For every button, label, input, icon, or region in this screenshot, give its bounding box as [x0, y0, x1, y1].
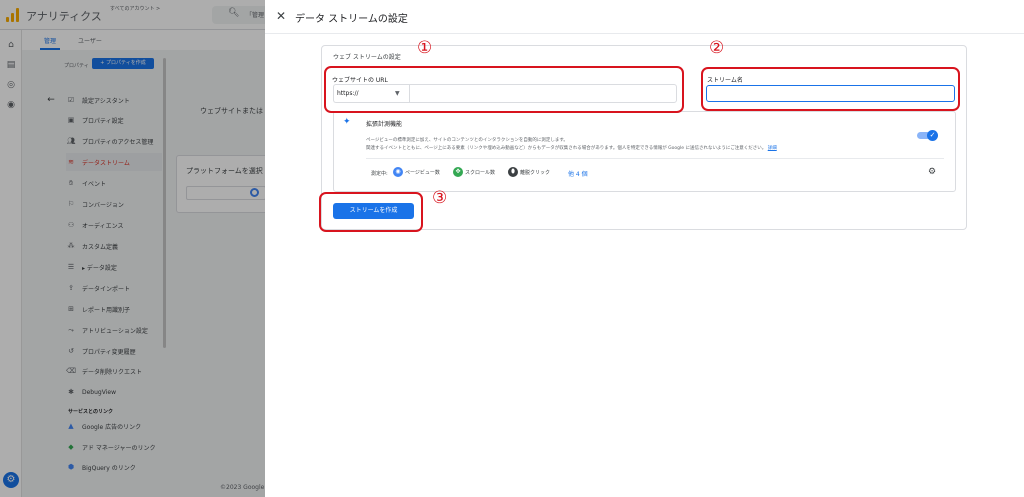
- description-text: 関連するイベントとともに、ページ上にある要素（リンクや埋め込み動画など）からもデ…: [366, 146, 767, 151]
- learn-more-link[interactable]: 詳細: [768, 146, 777, 151]
- more-events-link[interactable]: 他 4 個: [568, 169, 588, 178]
- enhanced-measurement-description: ページビューの標準測定に加え、サイトのコンテンツとのインタラクションを自動的に測…: [366, 138, 568, 143]
- measuring-label: 測定中:: [371, 171, 388, 177]
- annotation-box-3: [319, 192, 423, 232]
- annotation-box-2: [701, 67, 960, 111]
- form-card-title: ウェブ ストリームの設定: [333, 54, 401, 61]
- chip-label: 離脱クリック: [520, 169, 551, 176]
- mouse-icon: ⬮: [508, 167, 518, 177]
- close-icon[interactable]: ✕: [276, 9, 286, 23]
- eye-icon: ◉: [393, 167, 403, 177]
- chip-label: スクロール数: [465, 169, 496, 176]
- annotation-number-1: ①: [417, 38, 433, 58]
- chip-scrolls: ✥ スクロール数: [453, 166, 495, 178]
- annotation-number-3: ③: [432, 188, 448, 208]
- panel-title: データ ストリームの設定: [295, 14, 408, 25]
- scroll-icon: ✥: [453, 167, 463, 177]
- enhanced-measurement-toggle[interactable]: ✓: [917, 130, 938, 141]
- panel-header: ✕ データ ストリームの設定: [265, 0, 1024, 34]
- gear-icon[interactable]: ⚙: [928, 167, 936, 177]
- chip-outbound-clicks: ⬮ 離脱クリック: [508, 166, 550, 178]
- divider: [366, 158, 944, 159]
- annotation-box-1: [324, 66, 684, 113]
- check-icon: ✓: [927, 130, 938, 141]
- sparkle-icon: ✦: [343, 117, 351, 127]
- enhanced-measurement-section: [333, 111, 956, 192]
- enhanced-measurement-title: 拡張計測機能: [366, 121, 403, 128]
- enhanced-measurement-description-2: 関連するイベントとともに、ページ上にある要素（リンクや埋め込み動画など）からもデ…: [366, 145, 777, 151]
- chip-label: ページビュー数: [405, 169, 440, 176]
- annotation-number-2: ②: [709, 38, 725, 58]
- chip-page-views: ◉ ページビュー数: [393, 166, 440, 178]
- data-stream-setup-panel: ✕ データ ストリームの設定 ウェブ ストリームの設定 ウェブサイトの URL …: [265, 0, 1024, 497]
